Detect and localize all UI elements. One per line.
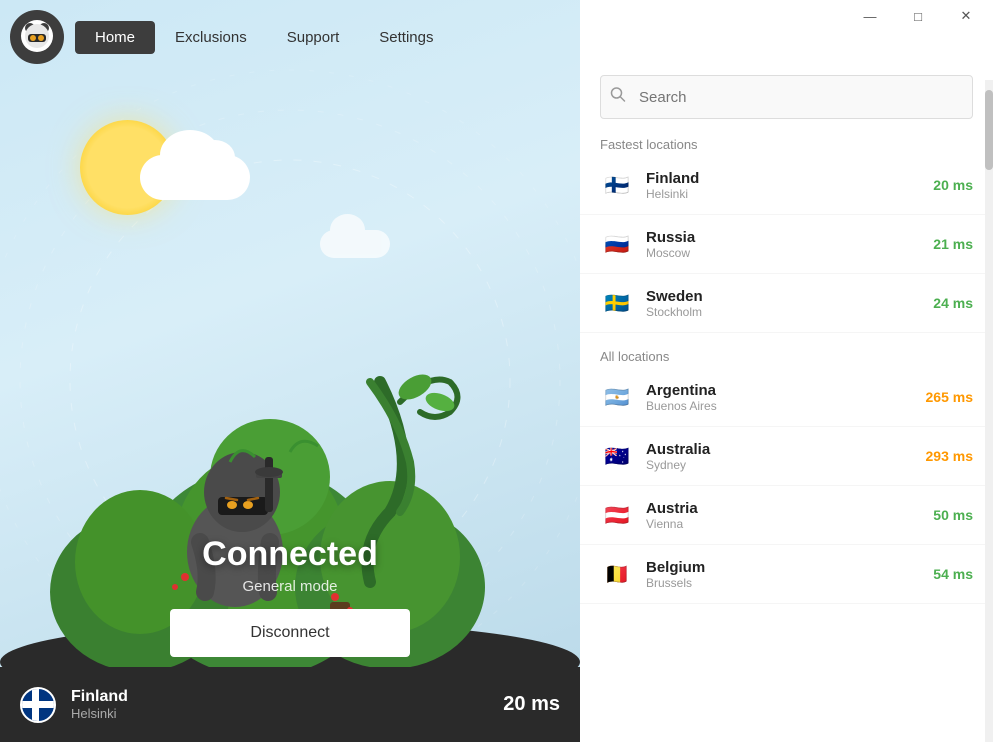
connected-section: Connected General mode Disconnect bbox=[130, 535, 450, 657]
connection-status: Connected bbox=[130, 535, 450, 574]
scrollbar-thumb[interactable] bbox=[985, 90, 993, 170]
location-item-austria[interactable]: 🇦🇹 Austria Vienna 50 ms bbox=[580, 486, 993, 545]
left-panel: Home Exclusions Support Settings Connect… bbox=[0, 0, 580, 742]
status-ping: 20 ms bbox=[503, 693, 560, 716]
right-panel: — □ ✕ Fastest locations 🇫🇮 Finland Helsi… bbox=[580, 0, 993, 742]
location-item-russia[interactable]: 🇷🇺 Russia Moscow 21 ms bbox=[580, 215, 993, 274]
location-item-sweden[interactable]: 🇸🇪 Sweden Stockholm 24 ms bbox=[580, 274, 993, 333]
city-name-vienna: Vienna bbox=[646, 517, 933, 531]
ping-australia: 293 ms bbox=[926, 448, 973, 464]
tab-settings[interactable]: Settings bbox=[359, 21, 453, 54]
ping-sweden: 24 ms bbox=[933, 295, 973, 311]
country-name-sweden: Sweden bbox=[646, 288, 933, 305]
connection-mode: General mode bbox=[130, 578, 450, 595]
status-city: Helsinki bbox=[71, 706, 488, 721]
country-name-finland: Finland bbox=[646, 170, 933, 187]
country-name-belgium: Belgium bbox=[646, 559, 933, 576]
fastest-locations-label: Fastest locations bbox=[580, 129, 993, 156]
location-item-belgium[interactable]: 🇧🇪 Belgium Brussels 54 ms bbox=[580, 545, 993, 604]
location-item-australia[interactable]: 🇦🇺 Australia Sydney 293 ms bbox=[580, 427, 993, 486]
ping-finland: 20 ms bbox=[933, 177, 973, 193]
ping-russia: 21 ms bbox=[933, 236, 973, 252]
country-name-australia: Australia bbox=[646, 441, 926, 458]
tab-home[interactable]: Home bbox=[75, 21, 155, 54]
scrollbar-track[interactable] bbox=[985, 80, 993, 742]
all-locations-label: All locations bbox=[580, 341, 993, 368]
country-name-russia: Russia bbox=[646, 229, 933, 246]
city-name-brussels: Brussels bbox=[646, 576, 933, 590]
flag-australia: 🇦🇺 bbox=[600, 439, 634, 473]
search-input[interactable] bbox=[600, 75, 973, 119]
flag-argentina: 🇦🇷 bbox=[600, 380, 634, 414]
close-button[interactable]: ✕ bbox=[943, 0, 989, 32]
ping-belgium: 54 ms bbox=[933, 566, 973, 582]
ping-argentina: 265 ms bbox=[926, 389, 973, 405]
ping-austria: 50 ms bbox=[933, 507, 973, 523]
location-item-finland[interactable]: 🇫🇮 Finland Helsinki 20 ms bbox=[580, 156, 993, 215]
search-icon bbox=[610, 87, 626, 108]
titlebar: — □ ✕ bbox=[580, 0, 993, 32]
city-name-sydney: Sydney bbox=[646, 458, 926, 472]
maximize-button[interactable]: □ bbox=[895, 0, 941, 32]
all-locations-list: 🇦🇷 Argentina Buenos Aires 265 ms 🇦🇺 Aust… bbox=[580, 368, 993, 742]
city-name-buenosaires: Buenos Aires bbox=[646, 399, 926, 413]
flag-austria: 🇦🇹 bbox=[600, 498, 634, 532]
disconnect-button[interactable]: Disconnect bbox=[170, 609, 410, 657]
location-item-argentina[interactable]: 🇦🇷 Argentina Buenos Aires 265 ms bbox=[580, 368, 993, 427]
tab-exclusions[interactable]: Exclusions bbox=[155, 21, 267, 54]
flag-finland: 🇫🇮 bbox=[600, 168, 634, 202]
flag-belgium: 🇧🇪 bbox=[600, 557, 634, 591]
country-name-argentina: Argentina bbox=[646, 382, 926, 399]
status-flag bbox=[20, 687, 56, 723]
flag-sweden: 🇸🇪 bbox=[600, 286, 634, 320]
minimize-button[interactable]: — bbox=[847, 0, 893, 32]
city-name-stockholm: Stockholm bbox=[646, 305, 933, 319]
status-info: Finland Helsinki bbox=[71, 688, 488, 721]
country-name-austria: Austria bbox=[646, 500, 933, 517]
app-logo bbox=[10, 10, 65, 65]
navbar: Home Exclusions Support Settings bbox=[0, 0, 580, 75]
status-country: Finland bbox=[71, 688, 488, 706]
search-box bbox=[600, 75, 973, 119]
tab-support[interactable]: Support bbox=[267, 21, 360, 54]
city-name-helsinki: Helsinki bbox=[646, 187, 933, 201]
status-bar: Finland Helsinki 20 ms bbox=[0, 667, 580, 742]
city-name-moscow: Moscow bbox=[646, 246, 933, 260]
nav-tabs: Home Exclusions Support Settings bbox=[75, 0, 453, 75]
flag-russia: 🇷🇺 bbox=[600, 227, 634, 261]
cloud-illustration-1 bbox=[140, 155, 250, 200]
